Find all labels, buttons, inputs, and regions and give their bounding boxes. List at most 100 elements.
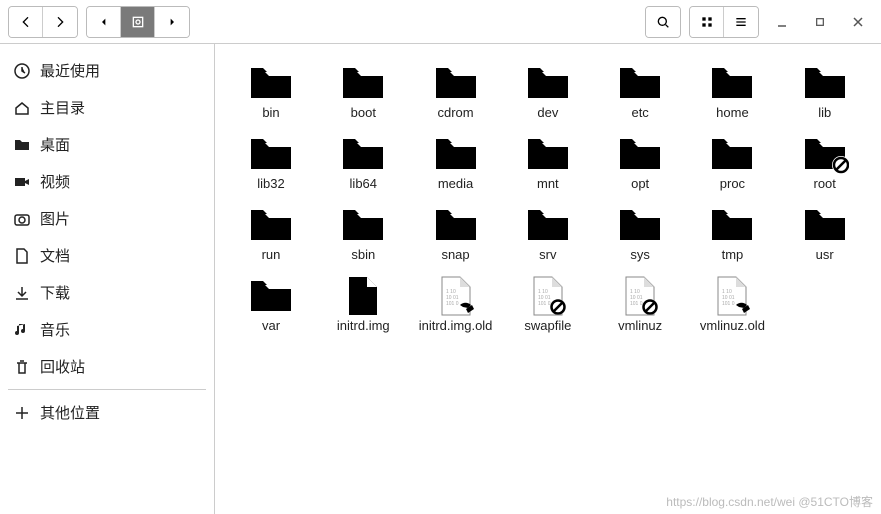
file-item[interactable]: tmp	[686, 200, 778, 267]
file-label: lib64	[350, 177, 377, 192]
file-label: srv	[539, 248, 556, 263]
file-label: bin	[262, 106, 279, 121]
file-item[interactable]: media	[410, 129, 502, 196]
file-item[interactable]: 1 1010 01101 0vmlinuz.old	[686, 271, 778, 338]
file-item[interactable]: bin	[225, 58, 317, 125]
forward-button[interactable]	[43, 7, 77, 37]
list-icon	[733, 14, 749, 30]
folder-icon	[801, 204, 849, 246]
file-item[interactable]: sys	[594, 200, 686, 267]
sidebar-separator	[8, 389, 206, 390]
sidebar-item-trash[interactable]: 回收站	[0, 348, 214, 385]
view-icons-button[interactable]	[690, 7, 724, 37]
file-label: cdrom	[438, 106, 474, 121]
clock-icon	[14, 63, 30, 79]
doc-icon	[14, 248, 30, 264]
watermark-text: https://blog.csdn.net/wei @51CTO博客	[666, 493, 873, 510]
sidebar: 最近使用主目录桌面视频图片文档下载音乐回收站其他位置	[0, 44, 215, 514]
file-item[interactable]: home	[686, 58, 778, 125]
file-label: opt	[631, 177, 649, 192]
back-button[interactable]	[9, 7, 43, 37]
sidebar-item-videos[interactable]: 视频	[0, 163, 214, 200]
maximize-button[interactable]	[805, 7, 835, 37]
path-next-button[interactable]	[155, 7, 189, 37]
file-label: run	[262, 248, 281, 263]
file-item[interactable]: var	[225, 271, 317, 338]
minimize-button[interactable]	[767, 7, 797, 37]
file-label: boot	[351, 106, 376, 121]
folder-icon	[432, 133, 480, 175]
close-icon	[852, 16, 864, 28]
folder-icon	[708, 204, 756, 246]
file-label: swapfile	[524, 319, 571, 334]
file-label: home	[716, 106, 749, 121]
file-item[interactable]: proc	[686, 129, 778, 196]
folder-icon	[708, 133, 756, 175]
file-item[interactable]: run	[225, 200, 317, 267]
file-item[interactable]: 1 1010 01101 0 vmlinuz	[594, 271, 686, 338]
file-label: vmlinuz	[618, 319, 662, 334]
file-label: initrd.img	[337, 319, 390, 334]
minimize-icon	[776, 16, 788, 28]
file-item[interactable]: cdrom	[410, 58, 502, 125]
search-button[interactable]	[646, 7, 680, 37]
file-item[interactable]: dev	[502, 58, 594, 125]
file-item[interactable]: opt	[594, 129, 686, 196]
search-icon	[655, 14, 671, 30]
file-item[interactable]: etc	[594, 58, 686, 125]
file-item[interactable]: srv	[502, 200, 594, 267]
file-label: var	[262, 319, 280, 334]
file-item[interactable]: lib	[779, 58, 871, 125]
folder-icon	[616, 133, 664, 175]
file-item[interactable]: 1 1010 01101 0 swapfile	[502, 271, 594, 338]
file-item[interactable]: root	[779, 129, 871, 196]
folder-icon	[616, 204, 664, 246]
file-item[interactable]: sbin	[317, 200, 409, 267]
file-item[interactable]: initrd.img	[317, 271, 409, 338]
file-label: snap	[441, 248, 469, 263]
file-item[interactable]: snap	[410, 200, 502, 267]
view-list-button[interactable]	[724, 7, 758, 37]
folder-icon	[339, 133, 387, 175]
folder-icon	[708, 62, 756, 104]
sidebar-item-label: 主目录	[40, 97, 85, 118]
file-label: usr	[816, 248, 834, 263]
svg-text:101 0: 101 0	[446, 301, 459, 307]
file-item[interactable]: boot	[317, 58, 409, 125]
sidebar-item-documents[interactable]: 文档	[0, 237, 214, 274]
file-icon: 1 1010 01101 0	[524, 275, 572, 317]
path-prev-button[interactable]	[87, 7, 121, 37]
sidebar-item-other[interactable]: 其他位置	[0, 394, 214, 431]
sidebar-item-label: 图片	[40, 208, 70, 229]
file-icon: 1 1010 01101 0	[708, 275, 756, 317]
sidebar-item-home[interactable]: 主目录	[0, 89, 214, 126]
sidebar-item-label: 回收站	[40, 356, 85, 377]
sidebar-item-pictures[interactable]: 图片	[0, 200, 214, 237]
file-label: sbin	[351, 248, 375, 263]
folder-icon	[801, 62, 849, 104]
chevron-left-icon	[18, 14, 34, 30]
sidebar-item-recent[interactable]: 最近使用	[0, 52, 214, 89]
file-label: etc	[631, 106, 648, 121]
file-item[interactable]: lib32	[225, 129, 317, 196]
camera-icon	[14, 211, 30, 227]
file-label: mnt	[537, 177, 559, 192]
sidebar-item-desktop[interactable]: 桌面	[0, 126, 214, 163]
file-icon: 1 1010 01101 0	[616, 275, 664, 317]
download-icon	[14, 285, 30, 301]
sidebar-item-downloads[interactable]: 下载	[0, 274, 214, 311]
music-icon	[14, 322, 30, 338]
folder-icon	[247, 133, 295, 175]
sidebar-item-music[interactable]: 音乐	[0, 311, 214, 348]
file-item[interactable]: 1 1010 01101 0initrd.img.old	[410, 271, 502, 338]
folder-icon	[616, 62, 664, 104]
file-item[interactable]: mnt	[502, 129, 594, 196]
svg-text:101 0: 101 0	[722, 301, 735, 307]
sidebar-item-label: 其他位置	[40, 402, 100, 423]
folder-icon	[339, 204, 387, 246]
file-item[interactable]: lib64	[317, 129, 409, 196]
chevron-right-icon	[52, 14, 68, 30]
close-button[interactable]	[843, 7, 873, 37]
file-item[interactable]: usr	[779, 200, 871, 267]
path-current-button[interactable]	[121, 7, 155, 37]
